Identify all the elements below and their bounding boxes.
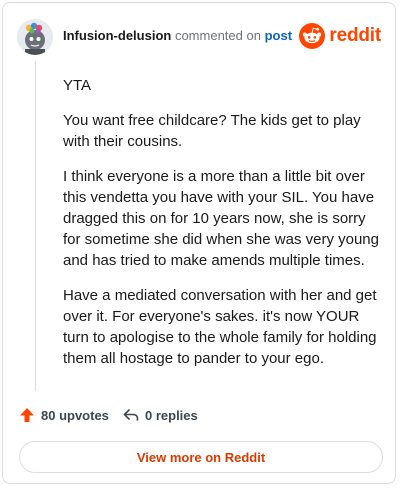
comment-header: Infusion-delusion commented on post redd…	[17, 17, 381, 57]
thread-line	[35, 61, 36, 391]
reddit-brand[interactable]: reddit	[299, 21, 381, 51]
upvote-arrow-icon	[20, 408, 34, 422]
embed-card: Infusion-delusion commented on post redd…	[2, 2, 396, 484]
reddit-logo-icon	[299, 23, 326, 49]
byline: Infusion-delusion commented on post	[63, 28, 292, 43]
post-link[interactable]: post	[265, 28, 292, 43]
username-link[interactable]: Infusion-delusion	[63, 28, 171, 43]
avatar[interactable]	[17, 19, 53, 55]
comment-body: YTA You want free childcare? The kids ge…	[63, 75, 379, 383]
comment-paragraph: Have a mediated conversation with her an…	[63, 287, 377, 367]
reply-arrow-icon	[123, 409, 139, 421]
reply-count: 0 replies	[145, 407, 198, 423]
reply-button[interactable]: 0 replies	[123, 407, 198, 423]
action-text: commented on	[174, 28, 261, 43]
comment-paragraph: I think everyone is a more than a little…	[63, 168, 379, 269]
comment-paragraph: YTA	[63, 77, 92, 94]
view-more-label: View more on Reddit	[136, 449, 266, 465]
comment-paragraph: You want free childcare? The kids get to…	[63, 112, 361, 150]
view-more-button[interactable]: View more on Reddit	[19, 441, 383, 473]
reddit-wordmark: reddit	[329, 25, 381, 46]
upvote-button[interactable]: 80 upvotes	[19, 407, 109, 423]
upvote-count: 80 upvotes	[41, 407, 109, 423]
avatar-icon	[17, 19, 53, 55]
